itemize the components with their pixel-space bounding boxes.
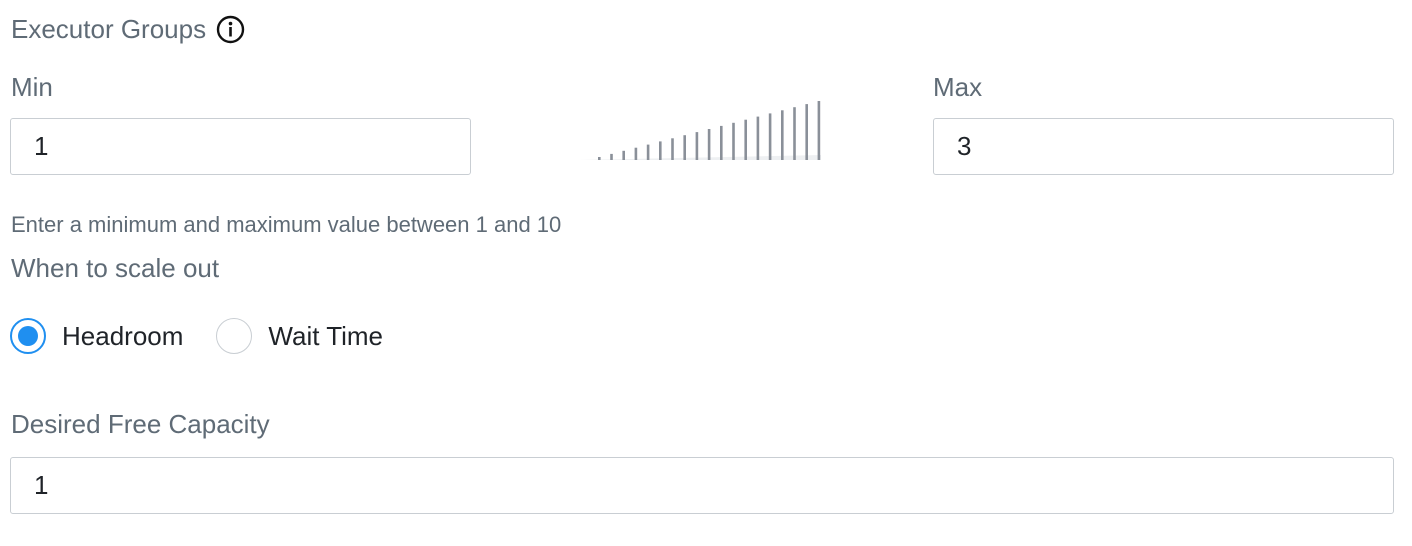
radio-wait-time-label: Wait Time [268, 320, 384, 351]
scale-bar [707, 129, 711, 160]
scale-bar [793, 107, 796, 160]
min-input[interactable] [10, 118, 471, 175]
range-help-text: Enter a minimum and maximum value betwee… [11, 212, 562, 237]
radio-wait-time-circle[interactable] [216, 318, 253, 354]
scale-bar [622, 150, 625, 160]
max-label: Max [933, 72, 983, 102]
info-circle-icon[interactable] [216, 15, 245, 44]
scale-bar [695, 132, 699, 160]
executor-groups-title: Executor Groups [11, 14, 207, 44]
scale-bar [805, 104, 808, 160]
scale-bar [646, 144, 650, 160]
radio-headroom-circle[interactable] [10, 318, 46, 354]
scale-bar [683, 135, 686, 160]
scale-bar [817, 101, 821, 160]
scale-bar [634, 147, 638, 160]
scale-bar [768, 113, 772, 160]
min-label: Min [11, 72, 53, 102]
scale-bar [598, 157, 601, 160]
radio-wait-time[interactable]: Wait Time [216, 318, 383, 354]
scale-bar [659, 141, 662, 160]
max-input[interactable] [933, 118, 1394, 175]
scale-bar [732, 122, 735, 160]
scale-bar [756, 116, 760, 160]
scale-bar [744, 119, 747, 160]
radio-headroom[interactable]: Headroom [10, 318, 183, 354]
scale-bars-icon [579, 101, 821, 160]
desired-free-capacity-input[interactable] [10, 457, 1394, 514]
scale-out-title: When to scale out [11, 253, 220, 283]
executor-groups-header: Executor Groups [11, 14, 245, 45]
scale-bar [720, 125, 723, 160]
scale-bar [610, 153, 613, 160]
scale-bar [671, 138, 674, 160]
scale-out-radio-group: Headroom Wait Time [10, 318, 416, 354]
radio-headroom-label: Headroom [62, 320, 184, 351]
desired-free-capacity-label: Desired Free Capacity [11, 409, 270, 439]
scale-bar [781, 110, 784, 160]
